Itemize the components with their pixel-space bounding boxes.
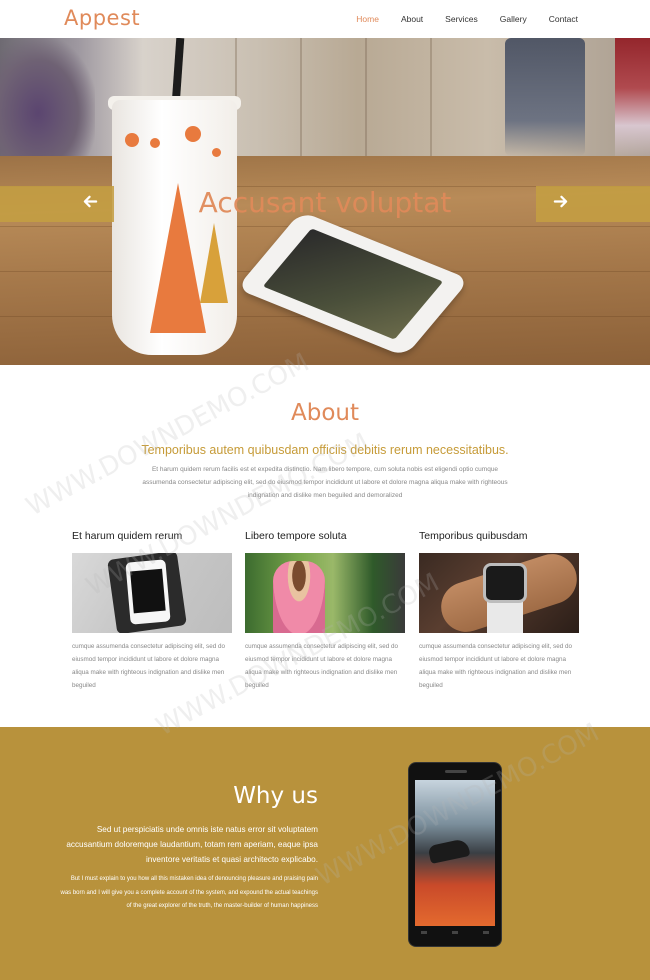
iphone-shape — [125, 559, 171, 625]
feature-image-2 — [245, 553, 405, 633]
feature-image-3 — [419, 553, 579, 633]
watch-band-shape — [487, 598, 523, 633]
nav-gallery[interactable]: Gallery — [500, 14, 527, 24]
phone-speaker — [445, 770, 467, 773]
hero-bg-person-red — [615, 38, 650, 163]
cup-tree-decor — [200, 223, 228, 303]
feature-title-2: Libero tempore soluta — [245, 530, 347, 542]
nav-services[interactable]: Services — [445, 14, 478, 24]
about-subtitle: Temporibus autem quibusdam officiis debi… — [141, 443, 509, 457]
hero-bg-person — [0, 38, 95, 163]
girl-with-phone-shape — [273, 561, 325, 633]
why-us-phone-image — [409, 763, 501, 946]
slider-next-button[interactable] — [536, 186, 650, 222]
phone-screen — [415, 780, 495, 926]
nav-about[interactable]: About — [401, 14, 423, 24]
phone-buttons — [421, 931, 489, 937]
nav-contact[interactable]: Contact — [549, 14, 578, 24]
cup-snowflake-decor — [150, 138, 160, 148]
cup-snowflake-decor — [212, 148, 221, 157]
arrow-right-icon — [553, 194, 568, 214]
why-us-body-text: But I must explain to you how all this m… — [60, 876, 319, 909]
smartwatch-shape — [483, 563, 527, 603]
site-logo[interactable]: Appest — [64, 6, 140, 30]
hero-bg-person-legs — [505, 38, 585, 156]
iphone-screen — [130, 568, 166, 614]
feature-text-2: cumque assumenda consectetur adipiscing … — [245, 643, 398, 689]
site-header: Appest Home About Services Gallery Conta… — [0, 0, 650, 38]
why-us-title: Why us — [233, 783, 318, 809]
feature-text-1: cumque assumenda consectetur adipiscing … — [72, 643, 225, 689]
about-intro-text: Et harum quidem rerum facilis est et exp… — [142, 466, 508, 499]
hero-slider: Accusant voluptat — [0, 38, 650, 365]
cup-snowflake-decor — [185, 126, 201, 142]
feature-title-1: Et harum quidem rerum — [72, 530, 183, 542]
cup-snowflake-decor — [125, 133, 139, 147]
feature-text-3: cumque assumenda consectetur adipiscing … — [419, 643, 572, 689]
why-us-lead-text: Sed ut perspiciatis unde omnis iste natu… — [66, 825, 318, 864]
feature-title-3: Temporibus quibusdam — [419, 530, 528, 542]
feature-image-1 — [72, 553, 232, 633]
nav-home[interactable]: Home — [356, 14, 379, 24]
car-shape — [427, 838, 471, 864]
main-nav: Home About Services Gallery Contact — [334, 14, 578, 24]
about-title: About — [290, 400, 359, 426]
